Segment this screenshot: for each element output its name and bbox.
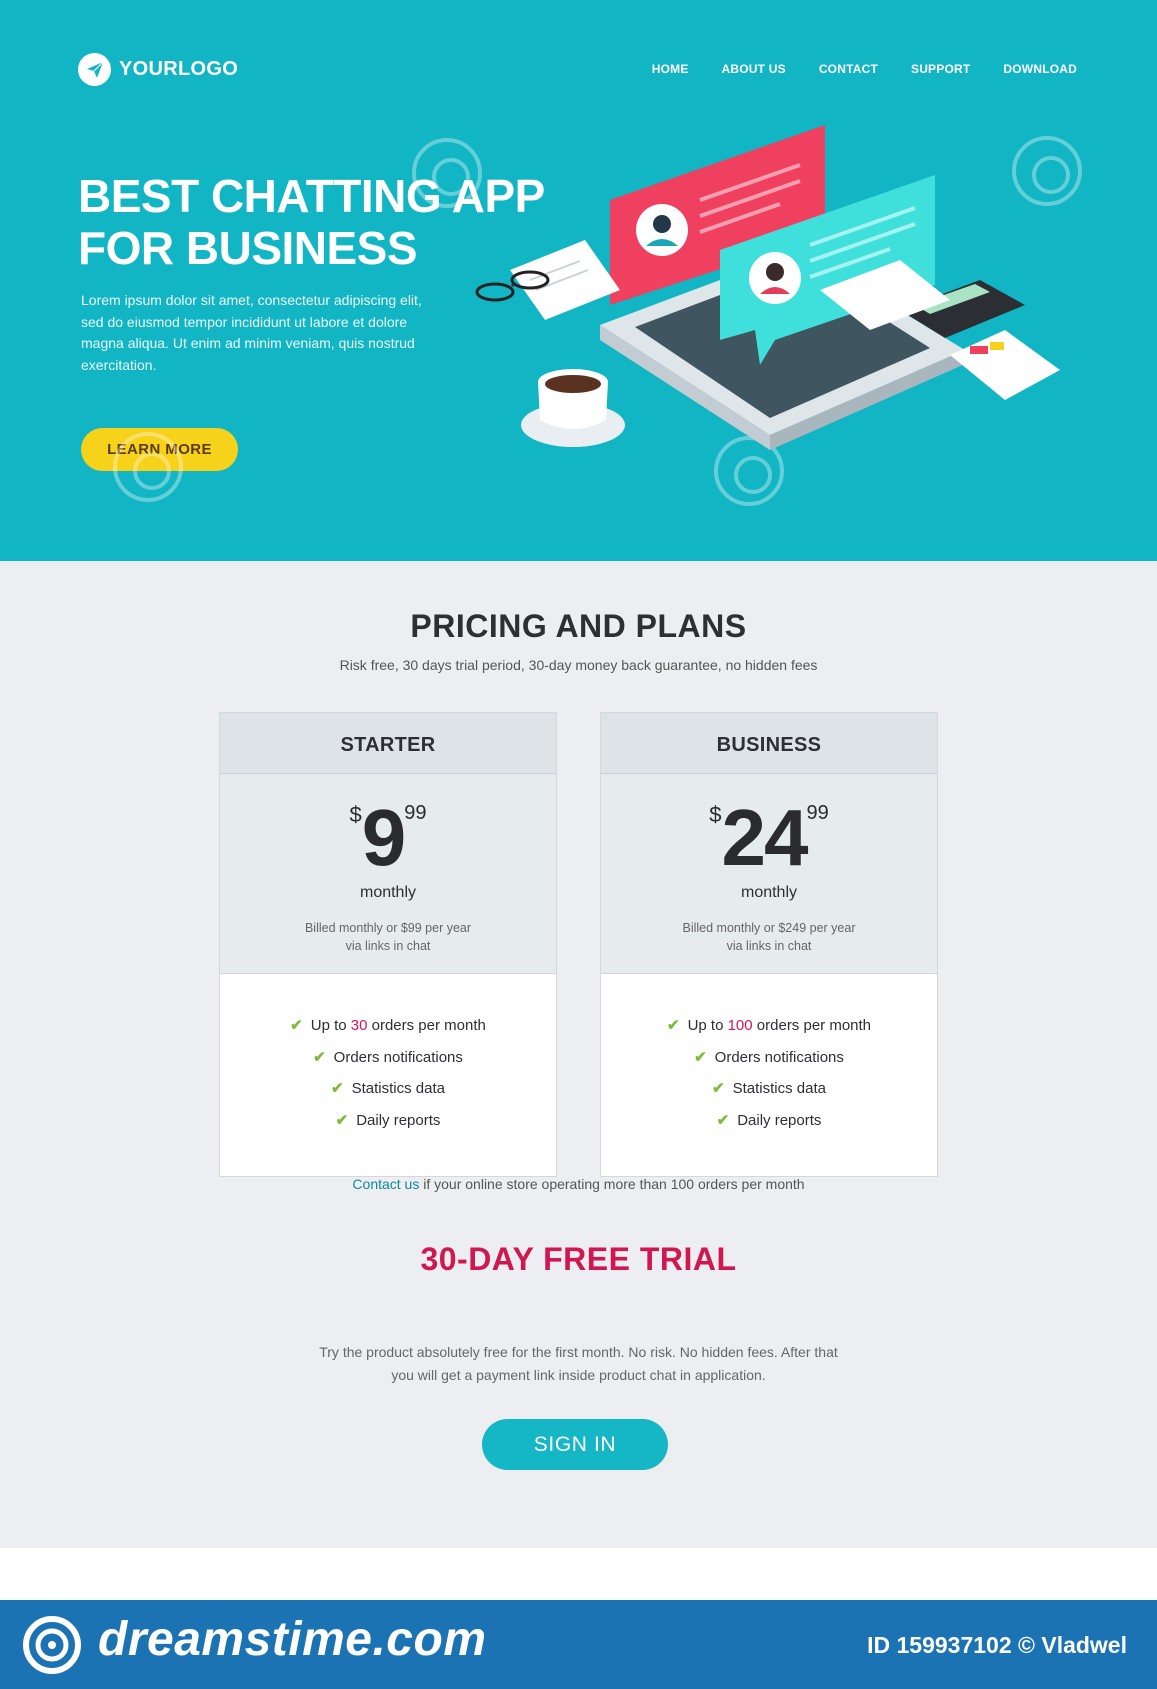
paper-plane-icon — [78, 53, 111, 86]
feature-list: ✔ Up to 100 orders per month ✔ Orders noti… — [601, 974, 937, 1142]
nav-contact[interactable]: CONTACT — [819, 62, 878, 76]
price-period: monthly — [359, 884, 417, 901]
plan-card-starter[interactable]: STARTER $999 monthly Billed monthly or $… — [219, 712, 557, 1177]
trial-title: 30-DAY FREE TRIAL — [420, 1241, 737, 1277]
feature-label: Orders notifications — [714, 1048, 844, 1066]
dreamstime-banner: dreamstime.com ID 159937102 © Vladwel — [0, 1600, 1157, 1689]
feature-item: ✔ Up to 100 orders per month — [601, 1016, 937, 1048]
hero-section: YOURLOGO HOME ABOUT US CONTACT SUPPORT D… — [0, 0, 1157, 561]
plan-price-block: $999 monthly Billed monthly or $99 per y… — [220, 774, 556, 974]
nav-download[interactable]: DOWNLOAD — [1003, 62, 1077, 76]
feature-label: Statistics data — [732, 1080, 826, 1097]
check-icon: ✔ — [335, 1111, 349, 1129]
feature-highlight: 30 — [350, 1017, 368, 1034]
feature-item: ✔ Statistics data — [220, 1079, 556, 1111]
feature-suffix: orders per month — [752, 1017, 872, 1034]
feature-item: ✔ Up to 30 orders per month — [220, 1016, 556, 1048]
feature-label: Orders notifications — [333, 1048, 463, 1066]
dreamstime-spiral-icon — [23, 1616, 81, 1674]
contact-us-link[interactable]: Contact us — [352, 1176, 419, 1192]
feature-item: ✔ Daily reports — [220, 1111, 556, 1143]
price-cents: 99 — [806, 802, 829, 824]
plan-price: $2499 — [601, 796, 937, 880]
price-amount: 9 — [361, 793, 406, 882]
pricing-section: PRICING AND PLANS Risk free, 30 days tri… — [0, 561, 1157, 1548]
feature-label: Daily reports — [356, 1111, 441, 1129]
price-currency: $ — [709, 802, 722, 827]
plan-price-block: $2499 monthly Billed monthly or $249 per… — [601, 774, 937, 974]
plan-name: BUSINESS — [601, 713, 937, 774]
billing-note-line1: Billed monthly or $99 per year — [304, 921, 472, 935]
billing-note-line1: Billed monthly or $249 per year — [682, 921, 856, 935]
pricing-title: PRICING AND PLANS — [410, 608, 747, 644]
feature-item: ✔ Statistics data — [601, 1079, 937, 1111]
feature-item: ✔ Orders notifications — [601, 1048, 937, 1080]
trial-description: Try the product absolutely free for the … — [270, 1341, 887, 1386]
feature-highlight: 100 — [727, 1017, 753, 1034]
feature-suffix: orders per month — [367, 1017, 486, 1034]
check-icon: ✔ — [712, 1080, 725, 1097]
chat-app-illustration — [475, 125, 1060, 450]
check-icon: ✔ — [331, 1080, 344, 1097]
plan-price: $999 — [220, 796, 556, 880]
nav-about-us[interactable]: ABOUT US — [722, 62, 786, 76]
feature-label: Statistics data — [351, 1080, 445, 1097]
dreamstime-brand: dreamstime.com — [98, 1613, 487, 1666]
trial-description-line1: Try the product absolutely free for the … — [319, 1344, 838, 1360]
trial-description-line2: you will get a payment link inside produ… — [391, 1366, 766, 1383]
billing-note-line2: via links in chat — [345, 938, 431, 953]
coffee-cup-illustration — [521, 369, 625, 447]
price-amount: 24 — [721, 793, 809, 882]
hero-description: Lorem ipsum dolor sit amet, consectetur … — [81, 292, 422, 373]
feature-item: ✔ Orders notifications — [220, 1048, 556, 1080]
price-currency: $ — [349, 802, 362, 827]
check-icon: ✔ — [716, 1111, 730, 1129]
billing-note: Billed monthly or $99 per year via links… — [220, 920, 556, 955]
nav-support[interactable]: SUPPORT — [911, 62, 970, 76]
price-period: monthly — [740, 884, 798, 901]
hero-title-line2: FOR BUSINESS — [78, 222, 418, 274]
feature-item: ✔ Daily reports — [601, 1111, 937, 1143]
billing-note-line2: via links in chat — [726, 938, 812, 953]
feature-label: Daily reports — [737, 1111, 822, 1129]
image-id-credit: ID 159937102 © Vladwel — [867, 1632, 1127, 1658]
price-cents: 99 — [404, 802, 427, 824]
check-icon: ✔ — [290, 1017, 303, 1034]
watermark-spiral-icon — [113, 432, 183, 502]
contact-note-text: if your online store operating more than… — [419, 1176, 805, 1192]
billing-note: Billed monthly or $249 per year via link… — [601, 920, 937, 955]
contact-note: Contact us if your online store operatin… — [0, 1176, 1157, 1192]
pricing-subtitle: Risk free, 30 days trial period, 30-day … — [339, 657, 818, 673]
logo[interactable]: YOURLOGO — [78, 53, 238, 86]
main-nav: HOME ABOUT US CONTACT SUPPORT DOWNLOAD — [652, 62, 1077, 76]
check-icon: ✔ — [666, 1017, 680, 1034]
feature-list: ✔ Up to 30 orders per month ✔ Orders notif… — [220, 974, 556, 1142]
check-icon: ✔ — [313, 1048, 326, 1066]
plan-card-business[interactable]: BUSINESS $2499 monthly Billed monthly or… — [600, 712, 938, 1177]
check-icon: ✔ — [694, 1048, 707, 1066]
plan-name: STARTER — [220, 713, 556, 774]
nav-home[interactable]: HOME — [652, 62, 689, 76]
notepad-illustration — [510, 240, 620, 320]
sign-in-button[interactable]: SIGN IN — [482, 1419, 668, 1470]
logo-text: YOURLOGO — [119, 58, 239, 80]
feature-prefix: Up to — [687, 1017, 728, 1034]
feature-prefix: Up to — [310, 1017, 351, 1034]
